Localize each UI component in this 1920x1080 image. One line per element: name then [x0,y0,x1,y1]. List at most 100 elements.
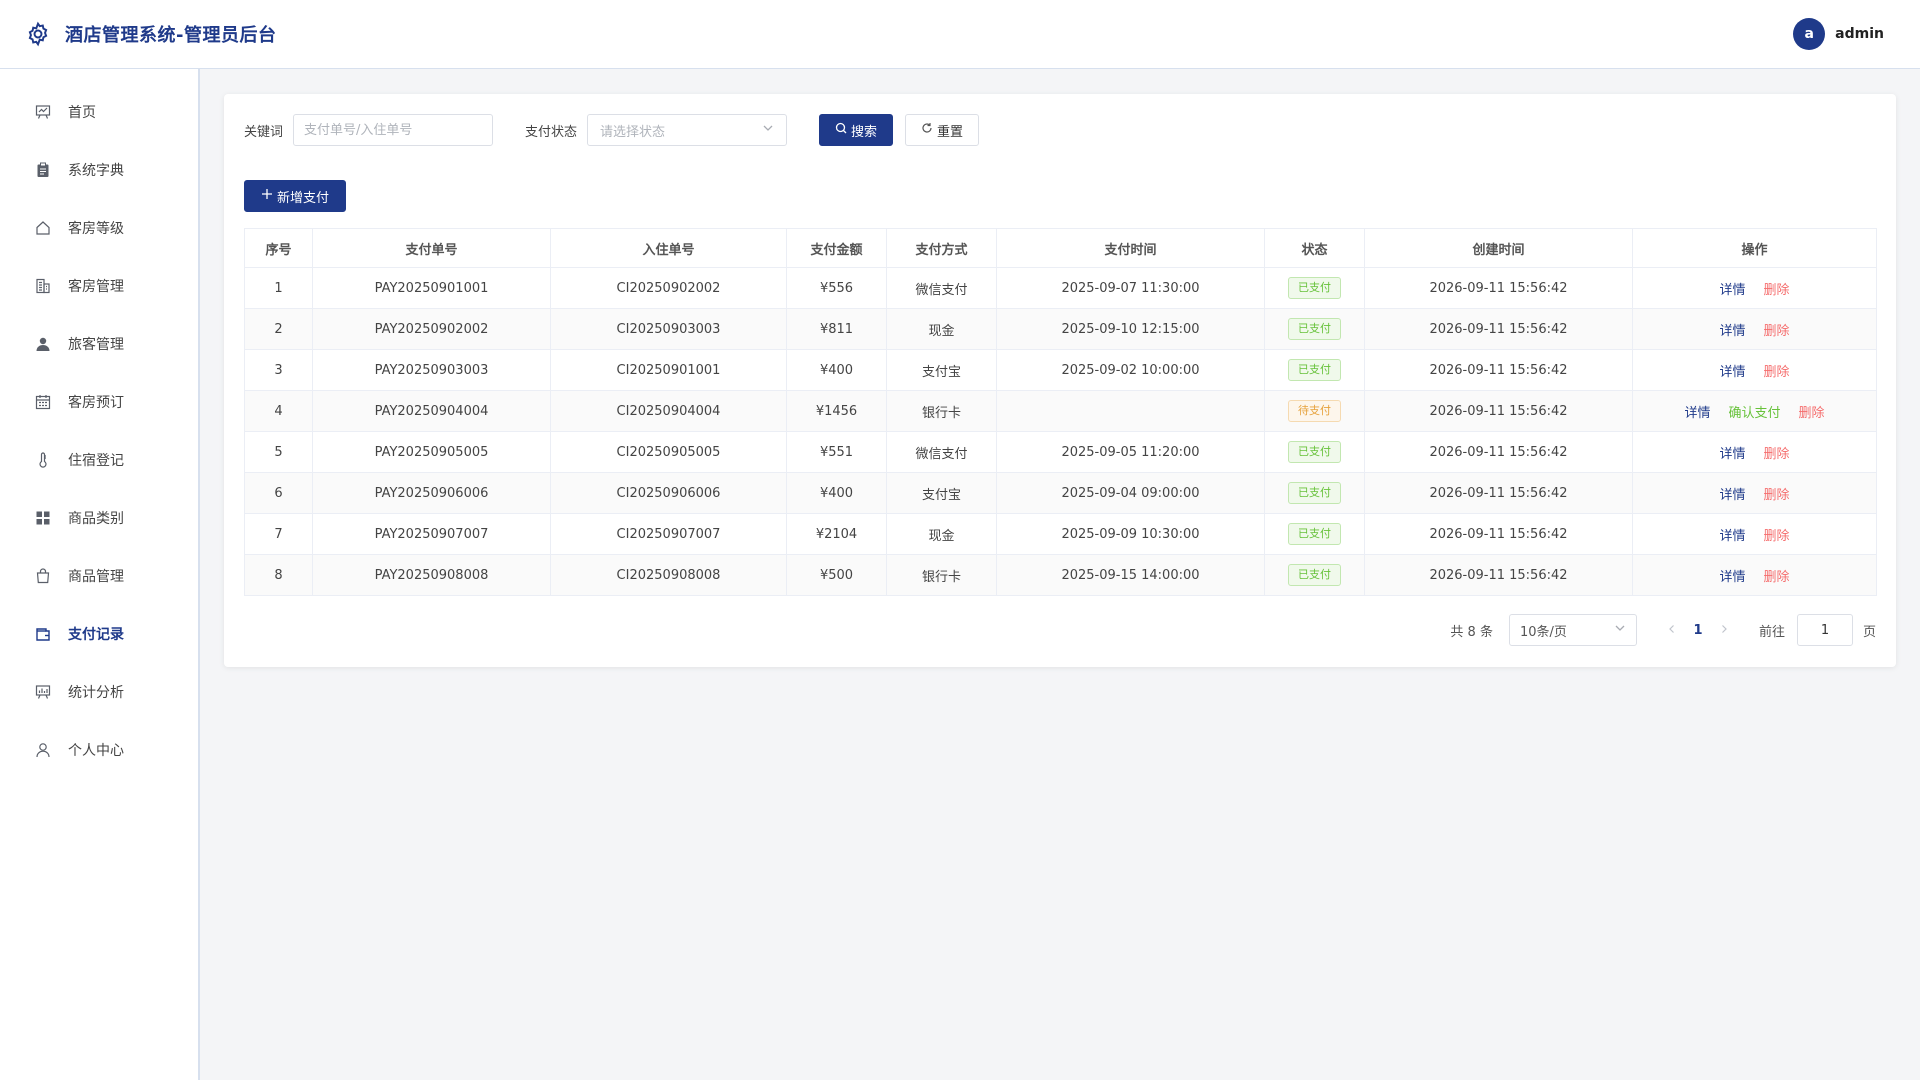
cell-actions: 详情 删除 [1632,513,1877,555]
column-header: 入住单号 [550,228,787,268]
detail-link[interactable]: 详情 [1719,324,1745,339]
user-filled-icon [34,335,52,353]
cell-checkin-no: CI20250904004 [550,390,787,432]
confirm-payment-link[interactable]: 确认支付 [1728,406,1780,421]
sidebar-item[interactable]: 商品管理 [0,547,198,605]
reset-button[interactable]: 重置 [905,114,980,146]
cell-status: 已支付 [1264,513,1365,555]
sidebar-item[interactable]: 首页 [0,83,198,141]
delete-link[interactable]: 删除 [1764,570,1790,585]
status-badge: 已支付 [1288,277,1341,299]
column-header: 序号 [244,228,313,268]
sidebar-item-label: 客房管理 [68,279,124,295]
next-page-icon[interactable] [1713,623,1735,638]
cell-actions: 详情 确认支付 删除 [1632,390,1877,432]
cell-pay-no: PAY20250908008 [312,554,551,596]
cell-index: 4 [244,390,313,432]
detail-link[interactable]: 详情 [1719,488,1745,503]
sidebar-item[interactable]: 支付记录 [0,605,198,663]
clipboard-icon [34,161,52,179]
filter-bar: 关键词 支付状态 请选择状态 搜索 重置 [244,114,1876,146]
sidebar-item[interactable]: 旅客管理 [0,315,198,373]
chevron-down-icon [1614,622,1626,638]
cell-amount: ¥500 [786,554,887,596]
cell-index: 1 [244,267,313,309]
sidebar: 首页系统字典客房等级客房管理旅客管理客房预订 住宿登记 商品类别商品管理支付记录统计… [0,69,200,1080]
grid-icon [34,509,52,527]
sidebar-item[interactable]: 商品类别 [0,489,198,547]
detail-link[interactable]: 详情 [1719,365,1745,380]
page-number-current[interactable]: 1 [1683,623,1713,638]
detail-link[interactable]: 详情 [1719,283,1745,298]
cell-status: 已支付 [1264,267,1365,309]
prev-page-icon[interactable] [1661,623,1683,638]
keyword-input[interactable] [293,114,494,146]
gear-icon [24,20,52,48]
username[interactable]: admin [1835,26,1884,42]
cell-checkin-no: CI20250902002 [550,267,787,309]
delete-link[interactable]: 删除 [1764,447,1790,462]
cell-amount: ¥811 [786,308,887,350]
cell-status: 待支付 [1264,390,1365,432]
delete-link[interactable]: 删除 [1764,488,1790,503]
column-header: 状态 [1264,228,1365,268]
cell-amount: ¥2104 [786,513,887,555]
page-size-select[interactable]: 10条/页 [1508,614,1637,646]
detail-link[interactable]: 详情 [1684,406,1710,421]
cell-actions: 详情 删除 [1632,308,1877,350]
cell-checkin-no: CI20250901001 [550,349,787,391]
detail-link[interactable]: 详情 [1719,447,1745,462]
cell-actions: 详情 删除 [1632,349,1877,391]
cell-checkin-no: CI20250903003 [550,308,787,350]
detail-link[interactable]: 详情 [1719,529,1745,544]
cell-actions: 详情 删除 [1632,431,1877,473]
sidebar-item[interactable]: 个人中心 [0,721,198,779]
delete-link[interactable]: 删除 [1799,406,1825,421]
main-card: 关键词 支付状态 请选择状态 搜索 重置 新增支付 [224,94,1896,667]
cell-amount: ¥400 [786,472,887,514]
sidebar-item-label: 支付记录 [68,627,124,643]
sidebar-item-label: 统计分析 [68,685,124,701]
cell-created: 2026-09-11 15:56:42 [1364,513,1633,555]
status-badge: 已支付 [1288,523,1341,545]
sidebar-item[interactable]: 住宿登记 [0,431,198,489]
status-select[interactable]: 请选择状态 [587,114,788,146]
delete-link[interactable]: 删除 [1764,324,1790,339]
cell-checkin-no: CI20250907007 [550,513,787,555]
avatar[interactable]: a [1793,18,1826,50]
sidebar-item[interactable]: 客房预订 [0,373,198,431]
cell-created: 2026-09-11 15:56:42 [1364,349,1633,391]
cell-pay-no: PAY20250903003 [312,349,551,391]
add-payment-button[interactable]: 新增支付 [244,180,346,212]
search-button[interactable]: 搜索 [819,114,894,146]
delete-link[interactable]: 删除 [1764,283,1790,298]
chevron-down-icon [762,122,774,138]
user-outline-icon [34,741,52,759]
delete-link[interactable]: 删除 [1764,365,1790,380]
cell-amount: ¥551 [786,431,887,473]
sidebar-item-label: 商品管理 [68,569,124,585]
cell-pay-no: PAY20250907007 [312,513,551,555]
cell-pay-time: 2025-09-09 10:30:00 [996,513,1265,555]
user-menu[interactable]: a admin [1793,18,1884,50]
cell-checkin-no: CI20250906006 [550,472,787,514]
table-row: 5 PAY20250905005 CI20250905005 ¥551 微信支付 2025… [244,431,1877,473]
sidebar-item-label: 系统字典 [68,163,124,179]
top-header: 酒店管理系统-管理员后台 a admin [0,0,1920,69]
sidebar-item[interactable]: 客房管理 [0,257,198,315]
sidebar-item[interactable]: 统计分析 [0,663,198,721]
keyword-label: 关键词 [244,124,284,140]
sidebar-item[interactable]: 客房等级 [0,199,198,257]
app-title: 酒店管理系统-管理员后台 [65,25,277,46]
table-row: 2 PAY20250902002 CI20250903003 ¥811 现金 2025-0… [244,308,1877,350]
sidebar-item[interactable]: 系统字典 [0,141,198,199]
cell-method: 银行卡 [886,554,997,596]
delete-link[interactable]: 删除 [1764,529,1790,544]
sidebar-item-label: 旅客管理 [68,337,124,353]
table-row: 7 PAY20250907007 CI20250907007 ¥2104 现金 2025-… [244,513,1877,555]
cell-pay-time [996,390,1265,432]
cell-pay-time: 2025-09-07 11:30:00 [996,267,1265,309]
goto-page-input[interactable] [1796,614,1853,646]
detail-link[interactable]: 详情 [1719,570,1745,585]
status-badge: 已支付 [1288,482,1341,504]
